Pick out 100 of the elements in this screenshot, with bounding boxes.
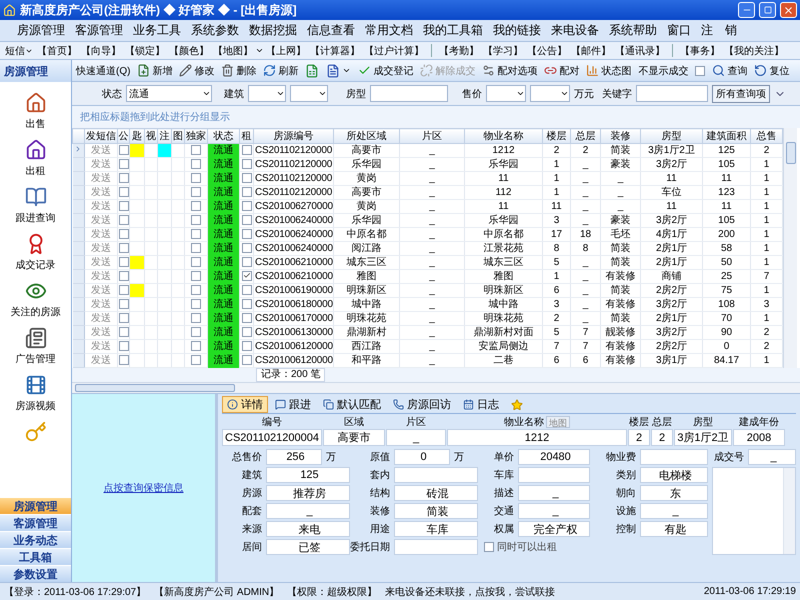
checkbox[interactable] [119,326,128,337]
field-value[interactable]: _ [518,503,590,519]
row-indicator[interactable] [72,284,84,298]
send-link[interactable]: 发送 [84,298,118,312]
checkbox[interactable] [242,326,252,337]
checkbox[interactable] [242,270,252,281]
menu-item[interactable]: 业务工具 [128,22,186,39]
checkbox[interactable] [191,298,201,309]
field-value[interactable]: _ [748,449,796,465]
checkbox[interactable] [242,298,252,309]
toolbar-button[interactable]: 复位 [754,64,790,78]
checkbox[interactable] [242,186,252,197]
checkbox[interactable] [119,228,128,239]
menu-item[interactable]: 来电设备 [546,22,604,39]
nav-button[interactable]: 工具箱 [0,548,71,565]
price-min-dropdown[interactable] [486,85,526,102]
toolbar-button[interactable]: 状态图 [586,64,632,78]
column-header[interactable]: 房型 [640,128,702,144]
menu-item[interactable]: 数据挖掘 [244,22,302,39]
field-value[interactable]: _ [518,485,590,501]
row-indicator[interactable] [72,298,84,312]
checkbox[interactable] [242,312,252,323]
field-value[interactable]: 车库 [394,521,478,537]
field-value[interactable] [640,449,708,465]
sidebar-item[interactable]: 关注的房源 [10,280,60,319]
checkbox[interactable] [119,214,128,225]
checkbox[interactable] [191,144,201,155]
quick-link[interactable]: 【计算器】 [308,44,362,58]
sidebar-item[interactable]: 房源视频 [16,374,56,413]
quick-link[interactable]: 【学习】 [481,44,525,58]
checkbox[interactable] [242,242,252,253]
toolbar-button[interactable]: 配对选项 [482,64,538,78]
column-header[interactable]: 匙 [130,128,144,144]
tab[interactable]: 房源回访 [388,396,456,413]
column-header[interactable]: 租 [240,128,254,144]
checkbox[interactable] [119,144,128,155]
checkbox[interactable] [191,312,201,323]
checkbox[interactable] [119,186,128,197]
checkbox[interactable] [191,326,201,337]
checkbox[interactable] [191,214,201,225]
nav-button[interactable]: 业务动态 [0,531,71,548]
sms-dropdown[interactable]: 短信 [3,44,35,58]
column-header[interactable]: 视 [144,128,158,144]
checkbox[interactable] [191,256,201,267]
sidebar-item[interactable]: 跟进查询 [16,186,56,225]
field-value[interactable]: _ [266,503,350,519]
checkbox[interactable] [191,340,201,351]
checkbox[interactable] [242,158,252,169]
current-row-indicator[interactable] [72,144,84,158]
sidebar-item[interactable]: 出售 [24,92,46,131]
checkbox[interactable] [191,354,201,365]
quick-link[interactable]: 【考勤】 [437,44,481,58]
row-indicator[interactable] [72,172,84,186]
quick-link[interactable]: 【公告】 [525,44,569,58]
checkbox[interactable] [191,284,201,295]
field-value[interactable]: 256 [266,449,322,465]
row-indicator[interactable] [72,354,84,368]
menu-item[interactable]: 系统帮助 [604,22,662,39]
tab[interactable]: 日志 [458,396,504,413]
checkbox[interactable] [119,158,128,169]
toolbar-button[interactable]: 查询 [712,64,748,78]
column-header[interactable]: 独家 [184,128,208,144]
toolbar-button[interactable]: 新增 [137,64,172,78]
checkbox[interactable] [242,144,252,155]
toolbar-button[interactable]: 成交登记 [358,64,414,78]
maximize-button[interactable] [759,2,776,18]
price-max-dropdown[interactable] [530,85,570,102]
field-value[interactable]: _ [640,503,708,519]
quick-link[interactable]: 【首页】 [35,44,79,58]
checkbox[interactable] [191,242,201,253]
row-indicator[interactable] [72,242,84,256]
field-value[interactable]: 有匙 [640,521,708,537]
nav-button[interactable]: 参数设置 [0,565,71,582]
quick-access-button[interactable]: 快速通道(Q) [76,64,130,78]
horizontal-scrollbar[interactable] [72,382,800,394]
tab[interactable]: 跟进 [270,396,316,413]
quick-link[interactable]: 【锁定】 [123,44,167,58]
send-link[interactable]: 发送 [84,242,118,256]
column-header[interactable]: 片区 [400,128,464,144]
quick-link[interactable]: 【地图】 [211,44,255,58]
row-indicator[interactable] [72,326,84,340]
column-header[interactable]: 总层 [570,128,600,144]
send-link[interactable]: 发送 [84,158,118,172]
quick-link[interactable]: 【向导】 [79,44,123,58]
checkbox[interactable] [242,172,252,183]
send-link[interactable]: 发送 [84,172,118,186]
row-indicator[interactable] [72,200,84,214]
sidebar-item[interactable]: 出租 [24,139,46,178]
send-link[interactable]: 发送 [84,270,118,284]
send-link[interactable]: 发送 [84,200,118,214]
checkbox[interactable] [119,242,128,253]
column-header[interactable]: 公 [118,128,130,144]
field-value[interactable]: 0 [394,449,450,465]
nav-button[interactable]: 房源管理 [0,497,71,514]
all-criteria-button[interactable]: 所有查询项 [712,84,770,102]
toolbar-button[interactable]: 修改 [179,64,214,78]
field-value[interactable]: 砖混 [394,485,478,501]
nav-button[interactable]: 客源管理 [0,514,71,531]
minimize-button[interactable] [738,2,755,18]
row-indicator[interactable] [72,214,84,228]
